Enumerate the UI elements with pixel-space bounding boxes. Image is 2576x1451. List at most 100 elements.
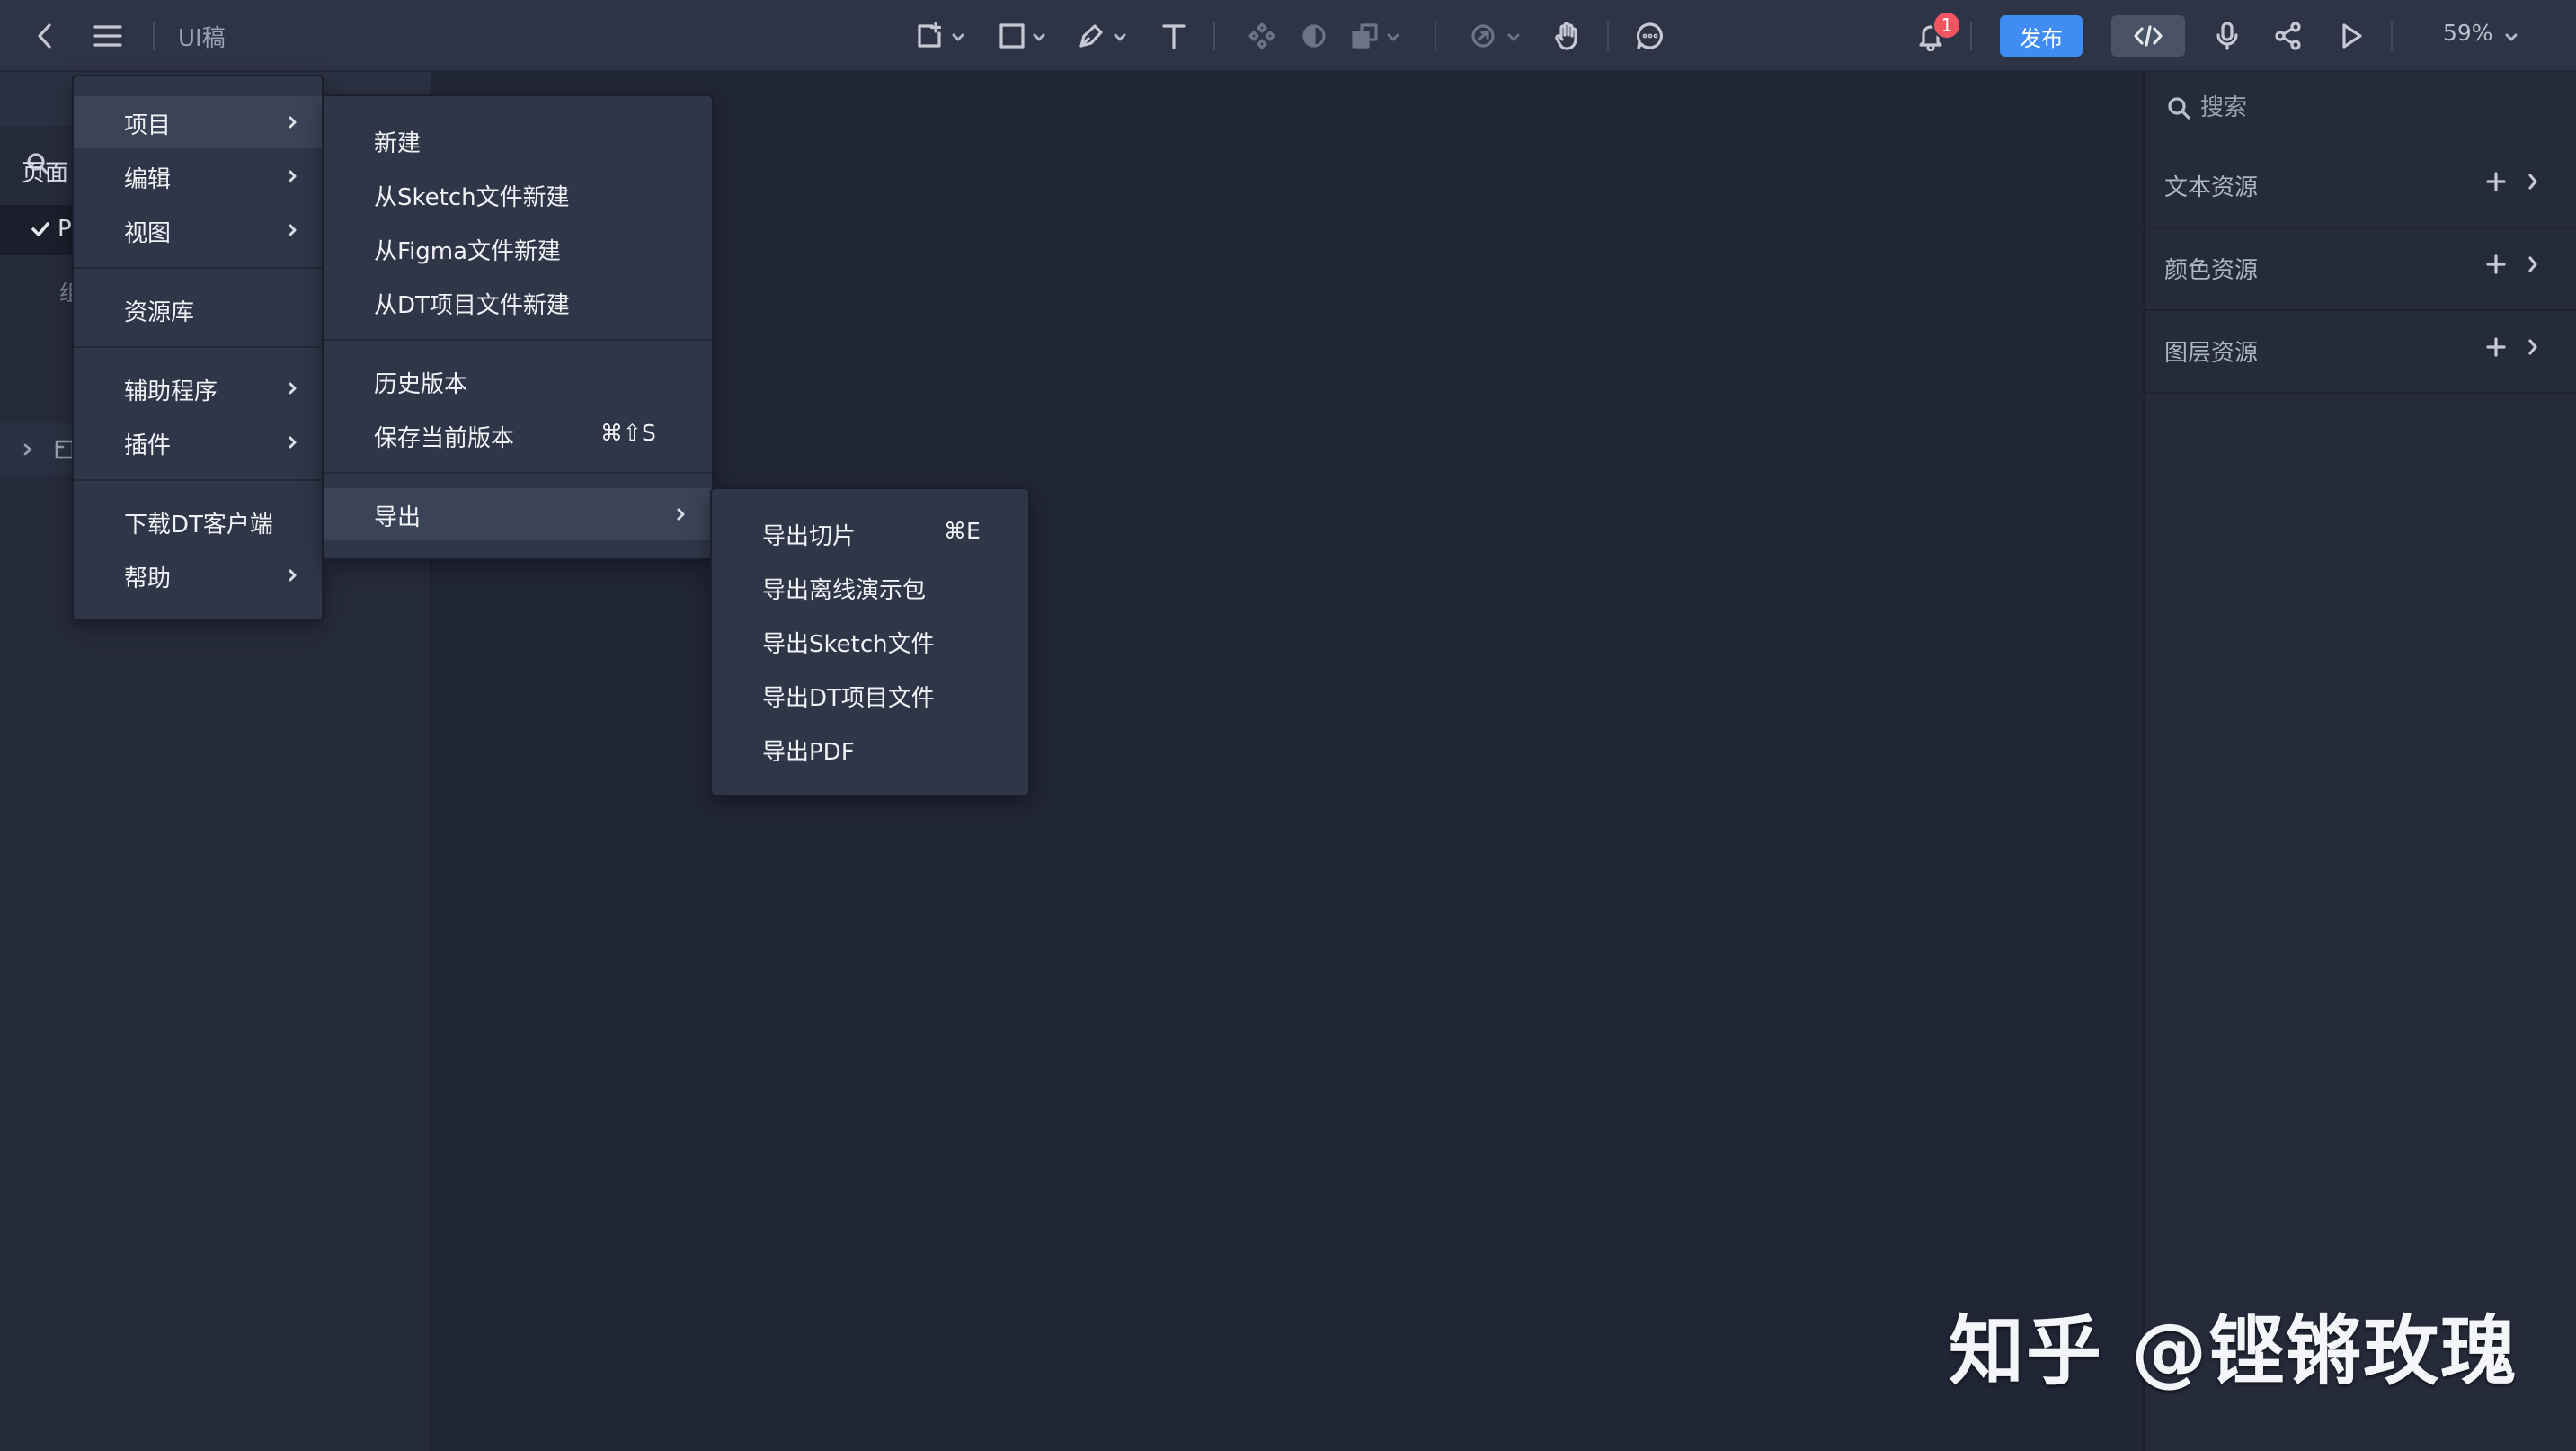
- menu-divider: [324, 472, 712, 474]
- menu-divider: [74, 479, 322, 481]
- frame-add-icon[interactable]: [911, 14, 947, 58]
- component-icon[interactable]: [1246, 14, 1278, 58]
- mic-icon[interactable]: [2209, 14, 2245, 58]
- menu-item-version-history[interactable]: 历史版本: [324, 355, 712, 407]
- menu-item-label: 项目: [124, 112, 172, 139]
- chevron-right-icon: [288, 114, 298, 134]
- menu-item-label: 导出切片: [762, 523, 857, 550]
- play-icon[interactable]: [2333, 14, 2369, 58]
- menu-item-new[interactable]: 新建: [324, 114, 712, 166]
- menu-item-label: 资源库: [124, 299, 195, 326]
- menu-item-new-from-dt[interactable]: 从DT项目文件新建: [324, 276, 712, 328]
- chevron-down-icon[interactable]: [1113, 30, 1127, 47]
- menu-item-library[interactable]: 资源库: [74, 283, 322, 335]
- menu-item-download-client[interactable]: 下载DT客户端: [74, 495, 322, 547]
- menu-item-export-pdf[interactable]: 导出PDF: [712, 723, 1028, 775]
- share-icon[interactable]: [2270, 14, 2306, 58]
- code-view-button[interactable]: [2111, 15, 2185, 57]
- menu-item-label: 辅助程序: [124, 378, 218, 405]
- menu-item-helpers[interactable]: 辅助程序: [74, 362, 322, 414]
- asset-row-text[interactable]: 文本资源: [2143, 146, 2576, 228]
- menu-item-plugins[interactable]: 插件: [74, 416, 322, 468]
- page-item-label: P: [58, 216, 72, 243]
- watermark: 知乎 @铿锵玫瑰: [1949, 1307, 2518, 1395]
- menu-item-export-offline-demo[interactable]: 导出离线演示包: [712, 561, 1028, 613]
- chevron-down-icon[interactable]: [1032, 30, 1046, 47]
- menu-item-label: 帮助: [124, 565, 172, 592]
- menu-item-export[interactable]: 导出: [324, 488, 712, 540]
- menu-item-label: 历史版本: [374, 371, 468, 398]
- menu-item-export-slices[interactable]: 导出切片 ⌘E: [712, 507, 1028, 559]
- hand-icon[interactable]: [1550, 14, 1586, 58]
- back-icon[interactable]: [31, 14, 59, 58]
- shortcut-label: ⌘E: [944, 518, 981, 544]
- main-menu: 项目 编辑 视图 资源库 辅助程序 插件 下载DT客户端 帮助: [72, 75, 324, 621]
- chevron-right-icon: [288, 222, 298, 242]
- divider: [1607, 22, 1609, 50]
- chevron-down-icon[interactable]: [1506, 30, 1521, 47]
- menu-item-label: 插件: [124, 432, 172, 459]
- document-title[interactable]: UI稿: [178, 20, 226, 53]
- plus-icon[interactable]: [2484, 253, 2508, 280]
- menu-item-label: 导出DT项目文件: [762, 685, 935, 712]
- export-submenu: 导出切片 ⌘E 导出离线演示包 导出Sketch文件 导出DT项目文件 导出PD…: [710, 487, 1030, 797]
- menu-item-new-from-figma[interactable]: 从Figma文件新建: [324, 222, 712, 274]
- chevron-right-icon[interactable]: [2526, 254, 2540, 278]
- menu-item-help[interactable]: 帮助: [74, 549, 322, 601]
- menu-item-label: 从DT项目文件新建: [374, 292, 570, 319]
- pages-section-label: 页面: [22, 160, 69, 187]
- divider: [1970, 22, 1972, 50]
- menu-item-edit[interactable]: 编辑: [74, 150, 322, 202]
- boolean-icon[interactable]: [1348, 14, 1384, 58]
- menu-divider: [324, 339, 712, 341]
- menu-divider: [74, 267, 322, 269]
- menu-item-export-dt[interactable]: 导出DT项目文件: [712, 669, 1028, 721]
- pen-icon[interactable]: [1073, 14, 1109, 58]
- menu-item-save-version[interactable]: 保存当前版本 ⌘⇧S: [324, 409, 712, 461]
- checkmark-icon: [31, 221, 50, 241]
- menu-item-label: 从Figma文件新建: [374, 238, 562, 265]
- asset-row-label: 颜色资源: [2164, 257, 2259, 284]
- menu-item-label: 视图: [124, 220, 172, 247]
- chevron-down-icon[interactable]: [951, 30, 965, 47]
- chevron-right-icon[interactable]: [22, 442, 34, 460]
- chevron-down-icon[interactable]: [1386, 30, 1400, 47]
- asset-row-layer[interactable]: 图层资源: [2143, 311, 2576, 394]
- menu-item-new-from-sketch[interactable]: 从Sketch文件新建: [324, 168, 712, 220]
- chevron-right-icon: [288, 567, 298, 587]
- menu-item-label: 新建: [374, 130, 422, 157]
- chevron-right-icon[interactable]: [2526, 172, 2540, 195]
- chevron-right-icon: [288, 168, 298, 188]
- chevron-down-icon[interactable]: [2504, 30, 2518, 47]
- menu-item-export-sketch[interactable]: 导出Sketch文件: [712, 615, 1028, 667]
- zoom-level[interactable]: 59%: [2443, 20, 2493, 46]
- divider: [1435, 22, 1436, 50]
- prototype-icon[interactable]: [1467, 14, 1499, 58]
- asset-row-label: 文本资源: [2164, 174, 2259, 201]
- menu-icon[interactable]: [90, 14, 126, 58]
- asset-row-color[interactable]: 颜色资源: [2143, 228, 2576, 311]
- plus-icon[interactable]: [2484, 335, 2508, 362]
- chevron-right-icon: [676, 506, 687, 526]
- menu-item-view[interactable]: 视图: [74, 204, 322, 256]
- rectangle-icon[interactable]: [994, 14, 1030, 58]
- menu-item-label: 编辑: [124, 166, 172, 193]
- mask-icon[interactable]: [1298, 14, 1330, 58]
- menu-item-label: 下载DT客户端: [124, 512, 273, 539]
- text-icon[interactable]: [1156, 14, 1192, 58]
- divider: [153, 22, 155, 50]
- menu-item-project[interactable]: 项目: [74, 96, 322, 148]
- chevron-right-icon: [288, 434, 298, 454]
- menu-item-label: 导出离线演示包: [762, 577, 927, 604]
- chevron-right-icon: [288, 380, 298, 400]
- comment-icon[interactable]: [1632, 14, 1668, 58]
- divider: [1213, 22, 1215, 50]
- menu-item-label: 从Sketch文件新建: [374, 184, 570, 211]
- search-icon: [2166, 95, 2193, 126]
- publish-button[interactable]: 发布: [2000, 15, 2083, 57]
- menu-item-label: 导出PDF: [762, 739, 855, 766]
- asset-search-input[interactable]: [2200, 90, 2542, 126]
- chevron-right-icon[interactable]: [2526, 337, 2540, 361]
- plus-icon[interactable]: [2484, 170, 2508, 197]
- divider: [2391, 22, 2393, 50]
